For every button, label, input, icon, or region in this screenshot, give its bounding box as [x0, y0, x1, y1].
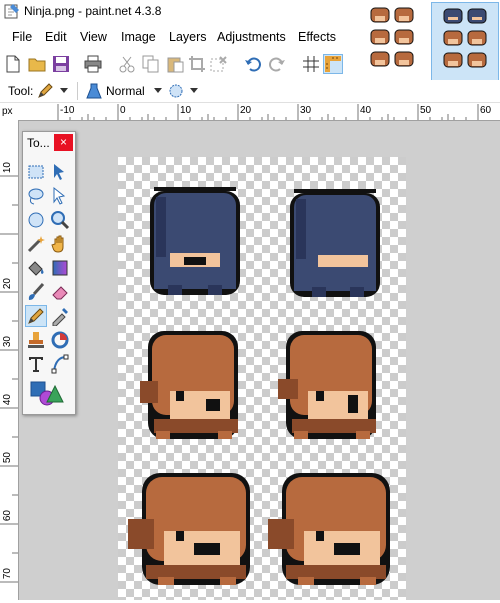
- menu-adjustments[interactable]: Adjustments: [217, 30, 286, 44]
- move-selection-icon[interactable]: [50, 162, 70, 182]
- menu-edit[interactable]: Edit: [45, 30, 67, 44]
- ruler-tick-label: 20: [2, 278, 13, 290]
- rulers-icon[interactable]: [323, 54, 343, 74]
- text-icon[interactable]: [26, 354, 46, 374]
- kid-sprite: [278, 331, 376, 439]
- paintbrush-icon[interactable]: [26, 282, 46, 302]
- menu-file[interactable]: File: [12, 30, 32, 44]
- ruler-tick-label: 30: [2, 336, 13, 348]
- rectangle-select-icon[interactable]: [26, 162, 46, 182]
- ruler-tick-label: 70: [2, 568, 13, 580]
- grid-icon[interactable]: [302, 55, 320, 73]
- magic-wand-icon[interactable]: [26, 234, 46, 254]
- divider: [77, 82, 78, 100]
- menu-view[interactable]: View: [80, 30, 107, 44]
- kid-sprite: [268, 473, 390, 585]
- vertical-ruler: 10 20 30 40 50 60 70: [0, 120, 19, 600]
- ruler-ticks: [0, 175, 18, 583]
- window-title: Ninja.png - paint.net 4.3.8: [24, 4, 162, 18]
- paint-bucket-icon[interactable]: [26, 258, 46, 278]
- eraser-icon[interactable]: [50, 282, 70, 302]
- open-folder-icon[interactable]: [28, 55, 46, 73]
- image-canvas[interactable]: [118, 157, 406, 600]
- horizontal-ruler: -10 0 10 20 30 40 50 60: [18, 104, 500, 121]
- new-file-icon[interactable]: [4, 55, 22, 73]
- save-icon[interactable]: [52, 55, 70, 73]
- gradient-icon[interactable]: [50, 258, 70, 278]
- chevron-down-icon[interactable]: [190, 88, 198, 94]
- tool-label: Tool:: [8, 84, 34, 98]
- ruler-tick-label: 50: [2, 452, 13, 464]
- line-curve-icon[interactable]: [50, 354, 70, 374]
- ruler-tick-label: 60: [2, 510, 13, 522]
- print-icon[interactable]: [84, 55, 102, 73]
- tools-window-title: To...: [27, 136, 50, 150]
- color-picker-icon[interactable]: [50, 306, 70, 326]
- clone-stamp-icon[interactable]: [26, 330, 46, 350]
- paste-icon[interactable]: [166, 55, 184, 73]
- recolor-icon[interactable]: [50, 330, 70, 350]
- blend-mode-value[interactable]: Normal: [106, 84, 145, 98]
- menu-effects[interactable]: Effects: [298, 30, 336, 44]
- ruler-tick-label: 40: [2, 394, 13, 406]
- ruler-ticks: [57, 104, 479, 120]
- ellipse-select-icon[interactable]: [26, 210, 46, 230]
- zoom-icon[interactable]: [50, 210, 70, 230]
- pencil-icon[interactable]: [25, 305, 47, 327]
- menu-layers[interactable]: Layers: [169, 30, 207, 44]
- pencil-tool-icon[interactable]: [37, 83, 53, 99]
- cut-icon[interactable]: [118, 55, 136, 73]
- menu-bar: File Edit View Image Layers Adjustments …: [0, 24, 345, 51]
- tool-options-bar: Tool: Normal: [0, 80, 500, 103]
- blend-mode-icon[interactable]: [86, 83, 102, 99]
- deselect-icon[interactable]: [210, 55, 228, 73]
- move-selected-icon[interactable]: [50, 186, 70, 206]
- chevron-down-icon[interactable]: [60, 88, 68, 94]
- ninja-sprite: [290, 189, 380, 297]
- menu-image[interactable]: Image: [121, 30, 156, 44]
- copy-icon[interactable]: [142, 55, 160, 73]
- antialiasing-icon[interactable]: [168, 83, 184, 99]
- crop-icon[interactable]: [188, 55, 206, 73]
- undo-icon[interactable]: [244, 55, 262, 73]
- ruler-unit: px: [0, 104, 18, 120]
- sprite-sheet-image: [128, 187, 390, 585]
- kid-sprite: [128, 473, 250, 585]
- pan-icon[interactable]: [50, 234, 70, 254]
- lasso-select-icon[interactable]: [26, 186, 46, 206]
- ninja-sprite: [150, 187, 240, 295]
- kid-sprite: [140, 331, 238, 439]
- paint-net-app-icon: [4, 4, 19, 19]
- ruler-tick-label: 10: [2, 162, 13, 174]
- shapes-icon[interactable]: [29, 380, 65, 406]
- tools-window[interactable]: To... ×: [22, 131, 76, 415]
- close-button[interactable]: ×: [54, 134, 73, 151]
- main-toolbar: [0, 50, 345, 78]
- redo-icon[interactable]: [268, 55, 286, 73]
- chevron-down-icon[interactable]: [154, 88, 162, 94]
